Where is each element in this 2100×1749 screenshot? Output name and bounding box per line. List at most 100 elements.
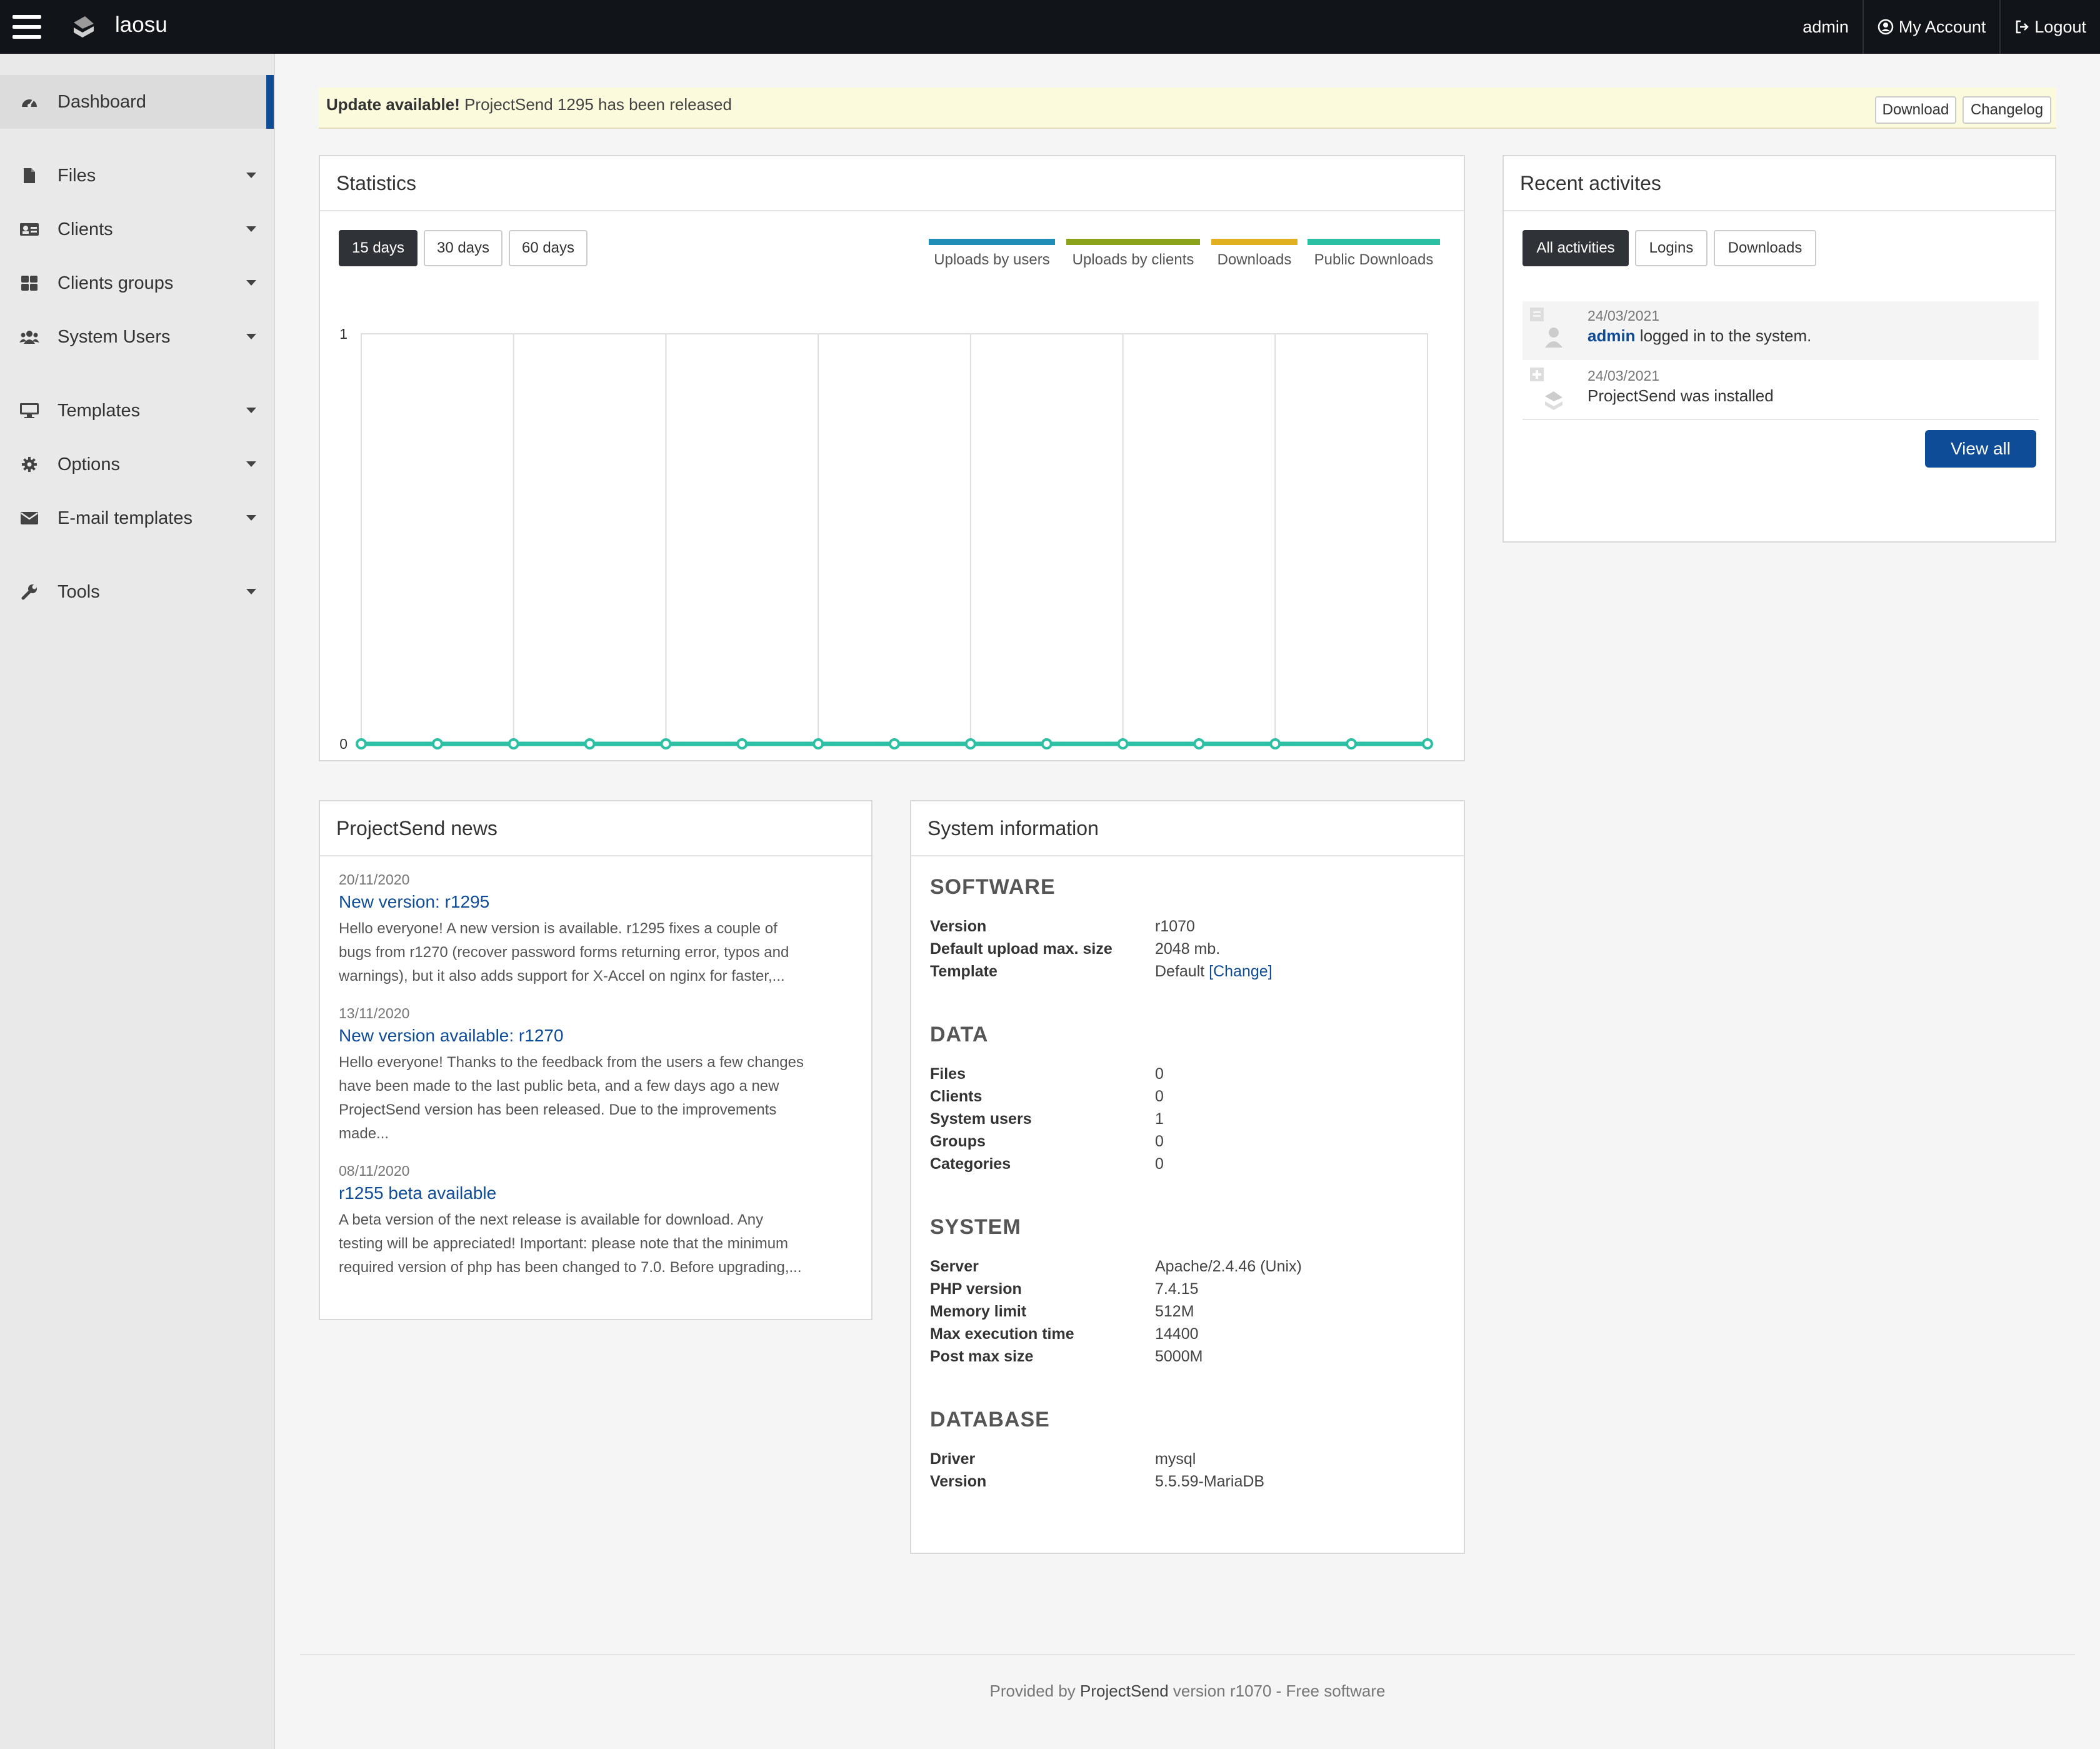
system-heading: SYSTEM: [930, 1215, 1021, 1239]
info-key: Post max size: [930, 1348, 1034, 1365]
sidebar-item-files[interactable]: Files: [0, 149, 274, 203]
system-info-panel: System information SOFTWARE Version r107…: [910, 800, 1465, 1554]
news-date: 08/11/2020: [339, 1163, 410, 1179]
footer-divider: [300, 1654, 2075, 1655]
news-excerpt-line: ProjectSend version has been released. D…: [339, 1101, 777, 1118]
range-30-days-button[interactable]: 30 days: [424, 230, 502, 266]
change-template-link[interactable]: [Change]: [1209, 963, 1272, 980]
recent-activities-panel: Recent activites All activities Logins D…: [1502, 155, 2056, 543]
my-account-label: My Account: [1898, 17, 1986, 36]
activity-user-link[interactable]: admin: [1588, 326, 1636, 345]
news-excerpt-line: A beta version of the next release is av…: [339, 1211, 764, 1228]
info-value: Apache/2.4.46 (Unix): [1155, 1258, 1302, 1275]
dashboard-icon: [19, 94, 40, 109]
legend-public-downloads[interactable]: Public Downloads: [1308, 239, 1440, 269]
news-excerpt-line: Hello everyone! Thanks to the feedback f…: [339, 1054, 804, 1071]
legend-label: Uploads by users: [934, 251, 1050, 268]
data-point: [584, 738, 596, 749]
data-point: [812, 738, 824, 749]
y-tick-label: 0: [339, 736, 348, 752]
info-key: Groups: [930, 1133, 986, 1150]
info-value: 5.5.59-MariaDB: [1155, 1473, 1265, 1490]
news-excerpt-line: Hello everyone! A new version is availab…: [339, 920, 778, 937]
sidebar-item-system-users[interactable]: System Users: [0, 310, 274, 364]
users-icon: [19, 329, 40, 345]
news-excerpt: Hello everyone! Thanks to the feedback f…: [339, 1051, 839, 1146]
range-15-days-button[interactable]: 15 days: [339, 230, 418, 266]
sidebar-item-label: Dashboard: [58, 91, 146, 112]
footer-product-link[interactable]: ProjectSend: [1080, 1681, 1169, 1700]
news-excerpt-line: required version of php has been changed…: [339, 1259, 802, 1276]
wrench-icon: [19, 583, 40, 601]
news-item: 20/11/2020 New version: r1295 Hello ever…: [339, 871, 839, 988]
download-update-button[interactable]: Download: [1875, 96, 1956, 124]
info-key: Version: [930, 918, 987, 935]
monitor-icon: [19, 403, 40, 419]
file-icon: [19, 167, 40, 184]
statistics-chart: 10/0312/0314/0316/0318/0320/0322/0324/03…: [320, 281, 1464, 773]
activity-date: 24/03/2021: [1588, 368, 1660, 384]
legend-swatch: [929, 239, 1055, 245]
news-date: 20/11/2020: [339, 871, 410, 888]
tab-downloads[interactable]: Downloads: [1714, 230, 1816, 266]
brand-name[interactable]: laosu: [115, 13, 168, 38]
legend-uploads-by-users[interactable]: Uploads by users: [929, 239, 1055, 269]
news-title-link[interactable]: New version available: r1270: [339, 1026, 839, 1046]
data-point: [508, 738, 519, 749]
data-heading: DATA: [930, 1023, 989, 1046]
info-value: 1: [1155, 1110, 1164, 1128]
data-point: [964, 738, 976, 749]
sidebar-item-dashboard[interactable]: Dashboard: [0, 75, 274, 129]
database-heading: DATABASE: [930, 1408, 1050, 1431]
sidebar: Dashboard Files Clients Clients groups S…: [0, 54, 275, 1749]
update-notice: Update available! ProjectSend 1295 has b…: [319, 88, 2056, 129]
my-account-link[interactable]: My Account: [1862, 0, 2000, 54]
sidebar-item-clients-groups[interactable]: Clients groups: [0, 256, 274, 310]
range-60-days-button[interactable]: 60 days: [509, 230, 588, 266]
news-title-link[interactable]: New version: r1295: [339, 892, 839, 912]
caret-down-icon: [246, 589, 256, 594]
info-value: Default [Change]: [1155, 963, 1272, 981]
caret-down-icon: [246, 515, 256, 521]
news-date: 13/11/2020: [339, 1005, 410, 1021]
data-point: [660, 738, 672, 749]
sidebar-item-label: Templates: [58, 400, 141, 421]
info-key: Default upload max. size: [930, 940, 1112, 958]
info-value: mysql: [1155, 1450, 1196, 1468]
legend-uploads-by-clients[interactable]: Uploads by clients: [1066, 239, 1200, 269]
sidebar-item-label: Files: [58, 165, 96, 186]
sidebar-item-tools[interactable]: Tools: [0, 565, 274, 619]
info-value: 7.4.15: [1155, 1280, 1199, 1298]
caret-down-icon: [246, 334, 256, 339]
info-key: Categories: [930, 1155, 1011, 1173]
changelog-button[interactable]: Changelog: [1962, 96, 2051, 124]
legend-label: Downloads: [1217, 251, 1292, 268]
id-card-icon: [19, 222, 40, 237]
logout-label: Logout: [2034, 17, 2086, 36]
topbar-right: admin My Account Logout: [1789, 0, 2100, 54]
info-key: Version: [930, 1473, 987, 1490]
sidebar-item-templates[interactable]: Templates: [0, 384, 274, 438]
hamburger-menu-icon[interactable]: [12, 15, 41, 40]
info-key: Max execution time: [930, 1325, 1074, 1343]
info-value: 0: [1155, 1133, 1164, 1150]
info-value: r1070: [1155, 918, 1195, 935]
tab-all-activities[interactable]: All activities: [1522, 230, 1629, 266]
info-value: 2048 mb.: [1155, 940, 1221, 958]
legend-label: Uploads by clients: [1072, 251, 1194, 268]
news-title-link[interactable]: r1255 beta available: [339, 1183, 839, 1203]
sign-out-icon: [2016, 20, 2029, 34]
info-value: 0: [1155, 1155, 1164, 1173]
tab-logins[interactable]: Logins: [1635, 230, 1708, 266]
sidebar-item-email-templates[interactable]: E-mail templates: [0, 491, 274, 545]
news-excerpt-line: have been made to the last public beta, …: [339, 1078, 779, 1095]
sidebar-item-options[interactable]: Options: [0, 438, 274, 491]
view-all-button[interactable]: View all: [1925, 430, 2036, 468]
top-navbar: laosu admin My Account Logout: [0, 0, 2100, 54]
logout-link[interactable]: Logout: [1999, 0, 2100, 54]
sidebar-item-clients[interactable]: Clients: [0, 203, 274, 256]
legend-downloads[interactable]: Downloads: [1211, 239, 1298, 269]
active-indicator: [266, 75, 274, 129]
username-label: admin: [1802, 17, 1849, 36]
activity-date: 24/03/2021: [1588, 308, 1660, 324]
